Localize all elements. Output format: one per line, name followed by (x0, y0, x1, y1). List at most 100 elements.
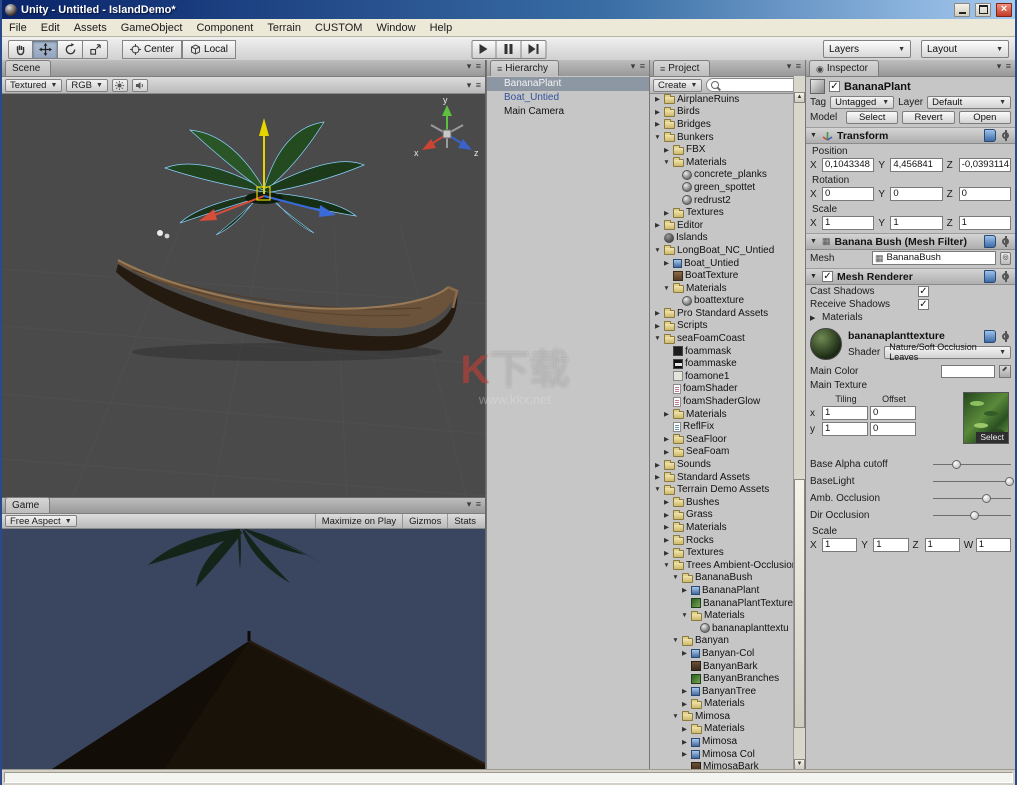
slider-handle[interactable] (1005, 477, 1014, 486)
create-dropdown[interactable]: Create▼ (653, 79, 702, 92)
gear-icon[interactable] (1000, 130, 1011, 141)
tree-arrow-icon[interactable]: ▶ (662, 435, 671, 443)
help-book-icon[interactable] (984, 235, 996, 248)
stats-button[interactable]: Stats (447, 514, 482, 528)
scale-x-field[interactable]: 1 (822, 216, 874, 230)
maximize-button[interactable] (975, 3, 991, 17)
tab-inspector[interactable]: ◉ Inspector (809, 60, 879, 76)
tiling-x-field[interactable]: 1 (822, 406, 868, 420)
project-tree-item[interactable]: foamShader (650, 383, 794, 396)
scroll-up-icon[interactable]: ▲ (794, 92, 805, 103)
project-tree-item[interactable]: ▶Materials (650, 408, 794, 421)
shader-dropdown[interactable]: Nature/Soft Occlusion Leaves ▼ (884, 346, 1011, 359)
close-button[interactable]: × (996, 3, 1012, 17)
project-tree-item[interactable]: ▼seaFoamCoast (650, 332, 794, 345)
tree-arrow-icon[interactable]: ▼ (653, 247, 662, 254)
menu-edit[interactable]: Edit (34, 19, 67, 36)
slider-handle[interactable] (970, 511, 979, 520)
hierarchy-item[interactable]: BananaPlant (487, 77, 649, 91)
project-tree-item[interactable]: ▼BananaBush (650, 572, 794, 585)
pane-menu-icon[interactable]: ▾ ≡ (787, 61, 802, 72)
pane-menu-icon[interactable]: ▾ ≡ (631, 61, 646, 72)
tree-arrow-icon[interactable]: ▶ (662, 498, 671, 506)
position-x-field[interactable]: 0,1043348 (822, 158, 874, 172)
hand-tool-button[interactable] (8, 40, 33, 59)
foldout-icon[interactable]: ▶ (810, 314, 818, 322)
pane-menu-icon[interactable]: ▾ ≡ (467, 499, 482, 510)
tree-arrow-icon[interactable]: ▶ (680, 687, 689, 695)
project-tree-item[interactable]: foamShaderGlow (650, 395, 794, 408)
main-color-swatch[interactable] (941, 365, 995, 378)
layers-dropdown[interactable]: Layers▼ (823, 40, 911, 58)
project-tree-item[interactable]: BanyanBranches (650, 672, 794, 685)
renderer-enabled-checkbox[interactable] (822, 271, 833, 282)
titlebar[interactable]: Unity - Untitled - IslandDemo* × (2, 0, 1015, 19)
local-rotation-button[interactable]: Local (182, 40, 236, 59)
project-tree-item[interactable]: ▼Bunkers (650, 131, 794, 144)
tree-arrow-icon[interactable]: ▶ (662, 523, 671, 531)
rotate-tool-button[interactable] (58, 40, 83, 59)
rotation-z-field[interactable]: 0 (959, 187, 1011, 201)
tab-scene[interactable]: Scene (5, 60, 51, 76)
maximize-on-play-button[interactable]: Maximize on Play (315, 514, 402, 528)
texture-thumbnail[interactable]: Select (963, 392, 1009, 444)
project-tree-item[interactable]: foammask (650, 345, 794, 358)
tree-arrow-icon[interactable]: ▼ (671, 713, 680, 720)
project-tree-item[interactable]: ▶Boat_Untied (650, 257, 794, 270)
tab-project[interactable]: ≡ Project (653, 60, 710, 76)
offset-x-field[interactable]: 0 (870, 406, 916, 420)
render-mode-dropdown[interactable]: RGB▼ (66, 79, 108, 92)
project-tree-item[interactable]: ▶Mimosa (650, 735, 794, 748)
tree-arrow-icon[interactable]: ▼ (653, 486, 662, 493)
color-picker-icon[interactable] (999, 365, 1011, 378)
project-tree-item[interactable]: ▶Sounds (650, 458, 794, 471)
position-z-field[interactable]: -0,0393114 (959, 158, 1011, 172)
tree-arrow-icon[interactable]: ▶ (662, 146, 671, 154)
transform-header[interactable]: ▼ Transform (806, 127, 1015, 144)
scene-viewport[interactable]: x y z (2, 94, 485, 499)
tree-arrow-icon[interactable]: ▶ (662, 511, 671, 519)
model-select-button[interactable]: Select (846, 111, 898, 124)
tree-arrow-icon[interactable]: ▶ (680, 750, 689, 758)
slider-track[interactable] (933, 510, 1011, 521)
tree-arrow-icon[interactable]: ▶ (653, 473, 662, 481)
project-tree-item[interactable]: BoatTexture (650, 269, 794, 282)
tree-arrow-icon[interactable]: ▶ (662, 549, 671, 557)
tree-arrow-icon[interactable]: ▼ (662, 562, 671, 569)
foldout-icon[interactable]: ▼ (810, 238, 818, 245)
draw-mode-dropdown[interactable]: Textured▼ (5, 79, 62, 92)
scale-y-field[interactable]: 1 (890, 216, 942, 230)
tree-arrow-icon[interactable]: ▼ (653, 335, 662, 342)
pause-button[interactable] (496, 40, 521, 59)
menu-custom[interactable]: CUSTOM (308, 19, 369, 36)
object-picker-icon[interactable]: ◎ (1000, 252, 1011, 265)
project-tree-item[interactable]: ReflFix (650, 420, 794, 433)
project-tree-item[interactable]: ▶Bridges (650, 118, 794, 131)
project-tree-item[interactable]: redrust2 (650, 194, 794, 207)
search-input[interactable] (722, 80, 797, 90)
offset-y-field[interactable]: 0 (870, 422, 916, 436)
tree-arrow-icon[interactable]: ▼ (662, 159, 671, 166)
layer-dropdown[interactable]: Default▼ (927, 96, 1011, 109)
project-tree-item[interactable]: ▶Grass (650, 509, 794, 522)
menu-assets[interactable]: Assets (67, 19, 114, 36)
pane-menu-icon[interactable]: ▾ ≡ (467, 61, 482, 72)
gear-icon[interactable] (1000, 331, 1011, 342)
gear-icon[interactable] (1000, 271, 1011, 282)
menu-help[interactable]: Help (423, 19, 460, 36)
slider-track[interactable] (933, 459, 1011, 470)
minimize-button[interactable] (954, 3, 970, 17)
tag-dropdown[interactable]: Untagged▼ (830, 96, 894, 109)
project-tree-item[interactable]: ▶Banyan-Col (650, 647, 794, 660)
tree-arrow-icon[interactable]: ▶ (662, 410, 671, 418)
hierarchy-item[interactable]: Main Camera (487, 105, 649, 119)
project-tree-item[interactable]: ▼Materials (650, 156, 794, 169)
project-tree-item[interactable]: concrete_planks (650, 169, 794, 182)
project-scrollbar[interactable]: ▲ ▼ (793, 76, 805, 770)
project-tree-item[interactable]: ▶Textures (650, 546, 794, 559)
project-tree-item[interactable]: green_spottet (650, 181, 794, 194)
active-checkbox[interactable] (829, 81, 840, 92)
project-tree-item[interactable]: ▼Terrain Demo Assets (650, 483, 794, 496)
tree-arrow-icon[interactable]: ▼ (680, 612, 689, 619)
scene-gizmo-menu-icon[interactable]: ▾ ≡ (467, 80, 482, 91)
